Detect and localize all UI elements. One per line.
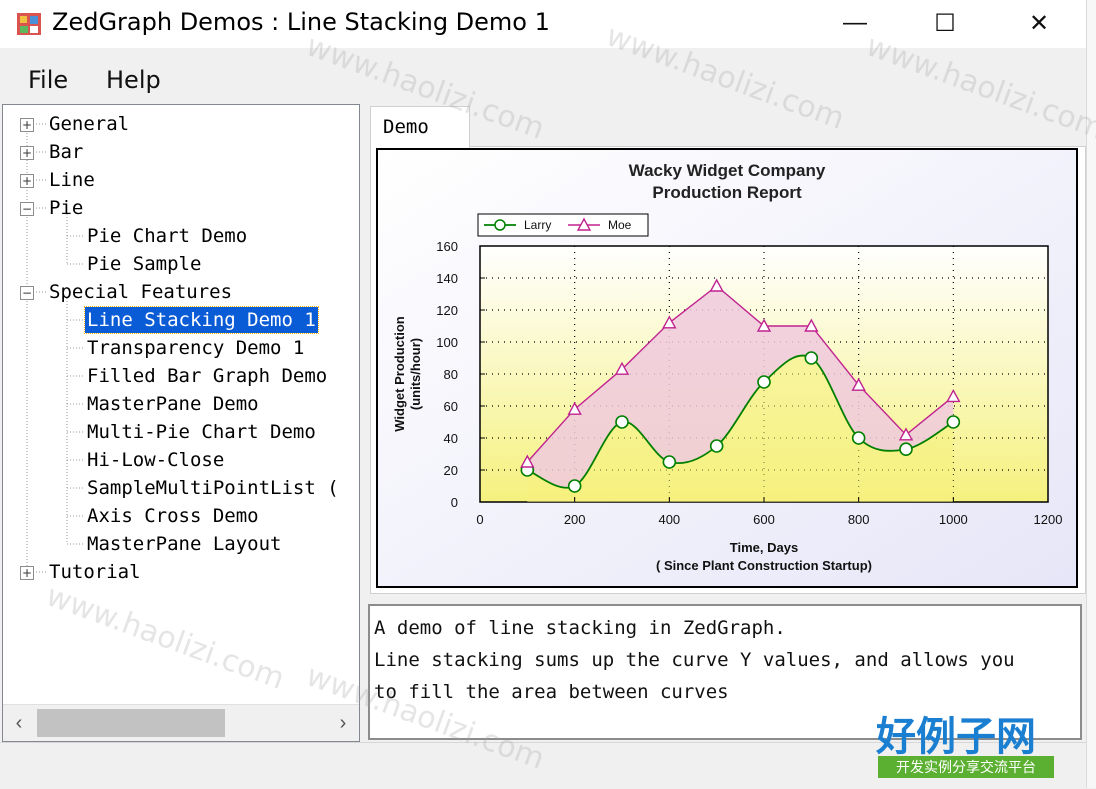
legend-larry-marker <box>494 219 506 231</box>
app-icon <box>17 13 41 35</box>
description-line-1: A demo of line stacking in ZedGraph. <box>374 617 786 639</box>
window-title: ZedGraph Demos : Line Stacking Demo 1 <box>52 8 550 36</box>
larry-point <box>757 375 771 389</box>
description-line-2: Line stacking sums up the curve Y values… <box>374 649 1015 671</box>
expand-line-icon[interactable]: + <box>20 174 34 188</box>
menu-help[interactable]: Help <box>106 66 161 94</box>
y-axis-label-line: (units/hour) <box>408 338 423 410</box>
y-tick-label: 120 <box>436 303 458 318</box>
x-tick-label: 0 <box>476 512 483 527</box>
tree-node-pie-sample[interactable]: Pie Sample <box>87 251 201 277</box>
x-tick-label: 200 <box>564 512 586 527</box>
watermark-tagline: 开发实例分享交流平台 <box>878 756 1054 778</box>
y-tick-label: 0 <box>451 495 458 510</box>
title-bar: ZedGraph Demos : Line Stacking Demo 1 — … <box>0 0 1086 48</box>
scroll-right-icon[interactable]: › <box>329 709 357 737</box>
expand-bar-icon[interactable]: + <box>20 146 34 160</box>
y-tick-label: 20 <box>444 463 458 478</box>
collapse-special-features-icon[interactable]: − <box>20 286 34 300</box>
chart-title-line: Production Report <box>652 183 802 202</box>
tree-node-general[interactable]: General <box>49 111 129 137</box>
tree-node-line[interactable]: Line <box>49 167 95 193</box>
window-right-edge <box>1086 0 1096 788</box>
scroll-thumb[interactable] <box>37 709 225 737</box>
chart-legend: Larry Moe <box>477 213 649 237</box>
x-axis-label-line: Time, Days <box>730 540 798 555</box>
tree-node-multi-pie-chart-demo[interactable]: Multi-Pie Chart Demo <box>87 419 316 445</box>
larry-point <box>899 442 913 457</box>
larry-point <box>709 439 724 453</box>
larry-point <box>567 479 582 493</box>
legend-larry-label: Larry <box>524 218 551 232</box>
legend-moe-label: Moe <box>608 218 632 232</box>
larry-point <box>946 415 961 429</box>
tree-node-axis-cross-demo[interactable]: Axis Cross Demo <box>87 503 259 529</box>
chart-svg: Wacky Widget Company Production Report 0 2… <box>378 150 1076 586</box>
x-tick-label: 600 <box>753 512 775 527</box>
y-tick-label: 160 <box>436 239 458 254</box>
tree-node-pie[interactable]: Pie <box>49 195 83 221</box>
tree-node-special-features[interactable]: Special Features <box>49 279 232 305</box>
tree-node-bar[interactable]: Bar <box>49 139 83 165</box>
x-tick-label: 1000 <box>939 512 968 527</box>
larry-point <box>615 415 629 429</box>
demo-tree[interactable]: + General + Bar + Line − Pie Pie Chart D… <box>2 104 360 742</box>
y-tick-label: 60 <box>444 399 458 414</box>
minimize-button[interactable]: — <box>832 0 878 46</box>
tree-node-samplemultipointlist[interactable]: SampleMultiPointList ( <box>87 475 339 501</box>
tree-node-masterpane-layout[interactable]: MasterPane Layout <box>87 531 281 557</box>
chart-container[interactable]: Wacky Widget Company Production Report 0 2… <box>376 148 1078 588</box>
y-tick-label: 80 <box>444 367 458 382</box>
chart-title-line: Wacky Widget Company <box>629 161 826 180</box>
maximize-button[interactable]: ☐ <box>922 0 968 46</box>
x-tick-label: 400 <box>658 512 680 527</box>
tree-node-line-stacking-demo-1[interactable]: Line Stacking Demo 1 <box>84 306 319 334</box>
larry-point <box>662 455 677 469</box>
tree-node-tutorial[interactable]: Tutorial <box>49 559 141 585</box>
y-axis-label-line: Widget Production <box>392 316 407 431</box>
expand-general-icon[interactable]: + <box>20 118 34 132</box>
x-tick-label: 1200 <box>1034 512 1063 527</box>
y-tick-label: 100 <box>436 335 458 350</box>
tab-demo[interactable]: Demo <box>370 106 470 150</box>
x-axis-label-line: ( Since Plant Construction Startup) <box>656 558 872 573</box>
tree-horizontal-scrollbar[interactable]: ‹ › <box>3 704 359 741</box>
tree-node-hi-low-close[interactable]: Hi-Low-Close <box>87 447 224 473</box>
menu-bar: File Help <box>0 54 1086 104</box>
collapse-pie-icon[interactable]: − <box>20 202 34 216</box>
scroll-left-icon[interactable]: ‹ <box>5 709 33 737</box>
expand-tutorial-icon[interactable]: + <box>20 566 34 580</box>
y-tick-label: 40 <box>444 431 458 446</box>
tree-node-filled-bar-graph-demo[interactable]: Filled Bar Graph Demo <box>87 363 327 389</box>
tree-node-masterpane-demo[interactable]: MasterPane Demo <box>87 391 259 417</box>
watermark-logo: 好例子网 <box>876 714 1036 760</box>
larry-point <box>851 431 866 445</box>
y-tick-label: 140 <box>436 271 458 286</box>
x-tick-label: 800 <box>848 512 870 527</box>
close-button[interactable]: ✕ <box>1016 0 1062 46</box>
menu-file[interactable]: File <box>28 66 68 94</box>
tree-node-transparency-demo-1[interactable]: Transparency Demo 1 <box>87 335 304 361</box>
tree-content: + General + Bar + Line − Pie Pie Chart D… <box>3 105 359 703</box>
tree-node-pie-chart-demo[interactable]: Pie Chart Demo <box>87 223 247 249</box>
larry-point <box>804 351 819 365</box>
